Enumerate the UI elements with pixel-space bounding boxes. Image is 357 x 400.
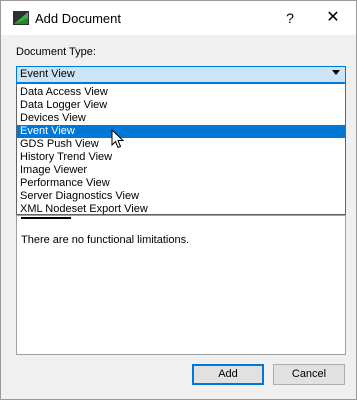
description-panel: There are no functional limitations.	[16, 215, 346, 355]
dropdown-option[interactable]: Data Access View	[17, 86, 345, 99]
dropdown-option[interactable]: XML Nodeset Export View	[17, 203, 345, 216]
description-heading-clipped	[21, 216, 81, 220]
dropdown-option[interactable]: Performance View	[17, 177, 345, 190]
close-button[interactable]: ✕	[323, 9, 343, 27]
dropdown-option[interactable]: Event View	[17, 125, 345, 138]
cancel-button[interactable]: Cancel	[273, 364, 345, 385]
dropdown-option[interactable]: History Trend View	[17, 151, 345, 164]
add-document-dialog: Add Document ? ✕ Document Type: Event Vi…	[0, 0, 357, 400]
combobox-selected-value: Event View	[20, 68, 75, 80]
dropdown-option[interactable]: Data Logger View	[17, 99, 345, 112]
description-text: There are no functional limitations.	[21, 234, 190, 246]
mouse-pointer-icon	[111, 129, 125, 149]
add-button[interactable]: Add	[192, 364, 264, 385]
dialog-title: Add Document	[35, 11, 121, 26]
dropdown-option[interactable]: Devices View	[17, 112, 345, 125]
dropdown-option[interactable]: GDS Push View	[17, 138, 345, 151]
dropdown-option[interactable]: Image Viewer	[17, 164, 345, 177]
document-type-dropdown-list[interactable]: Data Access View Data Logger View Devices …	[16, 83, 346, 215]
chevron-down-icon[interactable]	[332, 70, 340, 75]
app-icon	[13, 11, 29, 25]
title-bar[interactable]: Add Document ? ✕	[1, 1, 356, 35]
document-type-label: Document Type:	[16, 46, 96, 58]
help-button[interactable]: ?	[280, 9, 300, 27]
document-type-combobox[interactable]: Event View	[16, 66, 346, 83]
dropdown-option[interactable]: Server Diagnostics View	[17, 190, 345, 203]
